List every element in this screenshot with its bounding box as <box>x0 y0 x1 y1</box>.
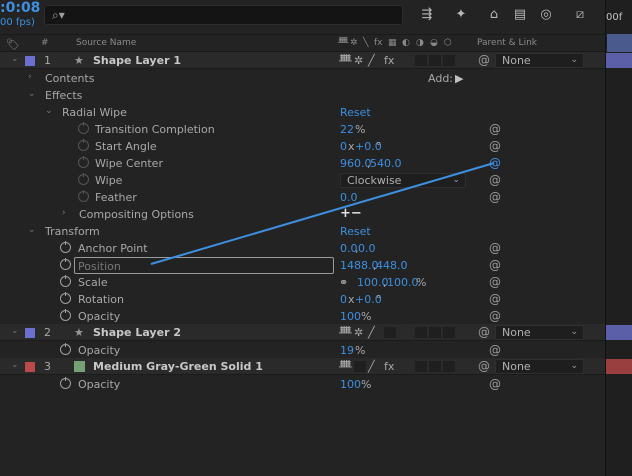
work-area-bar[interactable] <box>607 34 632 52</box>
timeline-time-label: 00f <box>606 12 623 23</box>
layer-duration-bar[interactable] <box>606 53 632 68</box>
timeline-layer-panel: :0:08 00 fps) ⌕▾ ⇶ ✦ ⌂ ▤ ◎ ⧄ 🏷 # Source … <box>0 0 605 476</box>
timeline-strip[interactable]: 00f <box>605 0 632 476</box>
layer-duration-bar[interactable] <box>606 325 632 340</box>
pickwhip-drag-line <box>150 162 495 265</box>
layer-duration-bar[interactable] <box>606 359 632 374</box>
